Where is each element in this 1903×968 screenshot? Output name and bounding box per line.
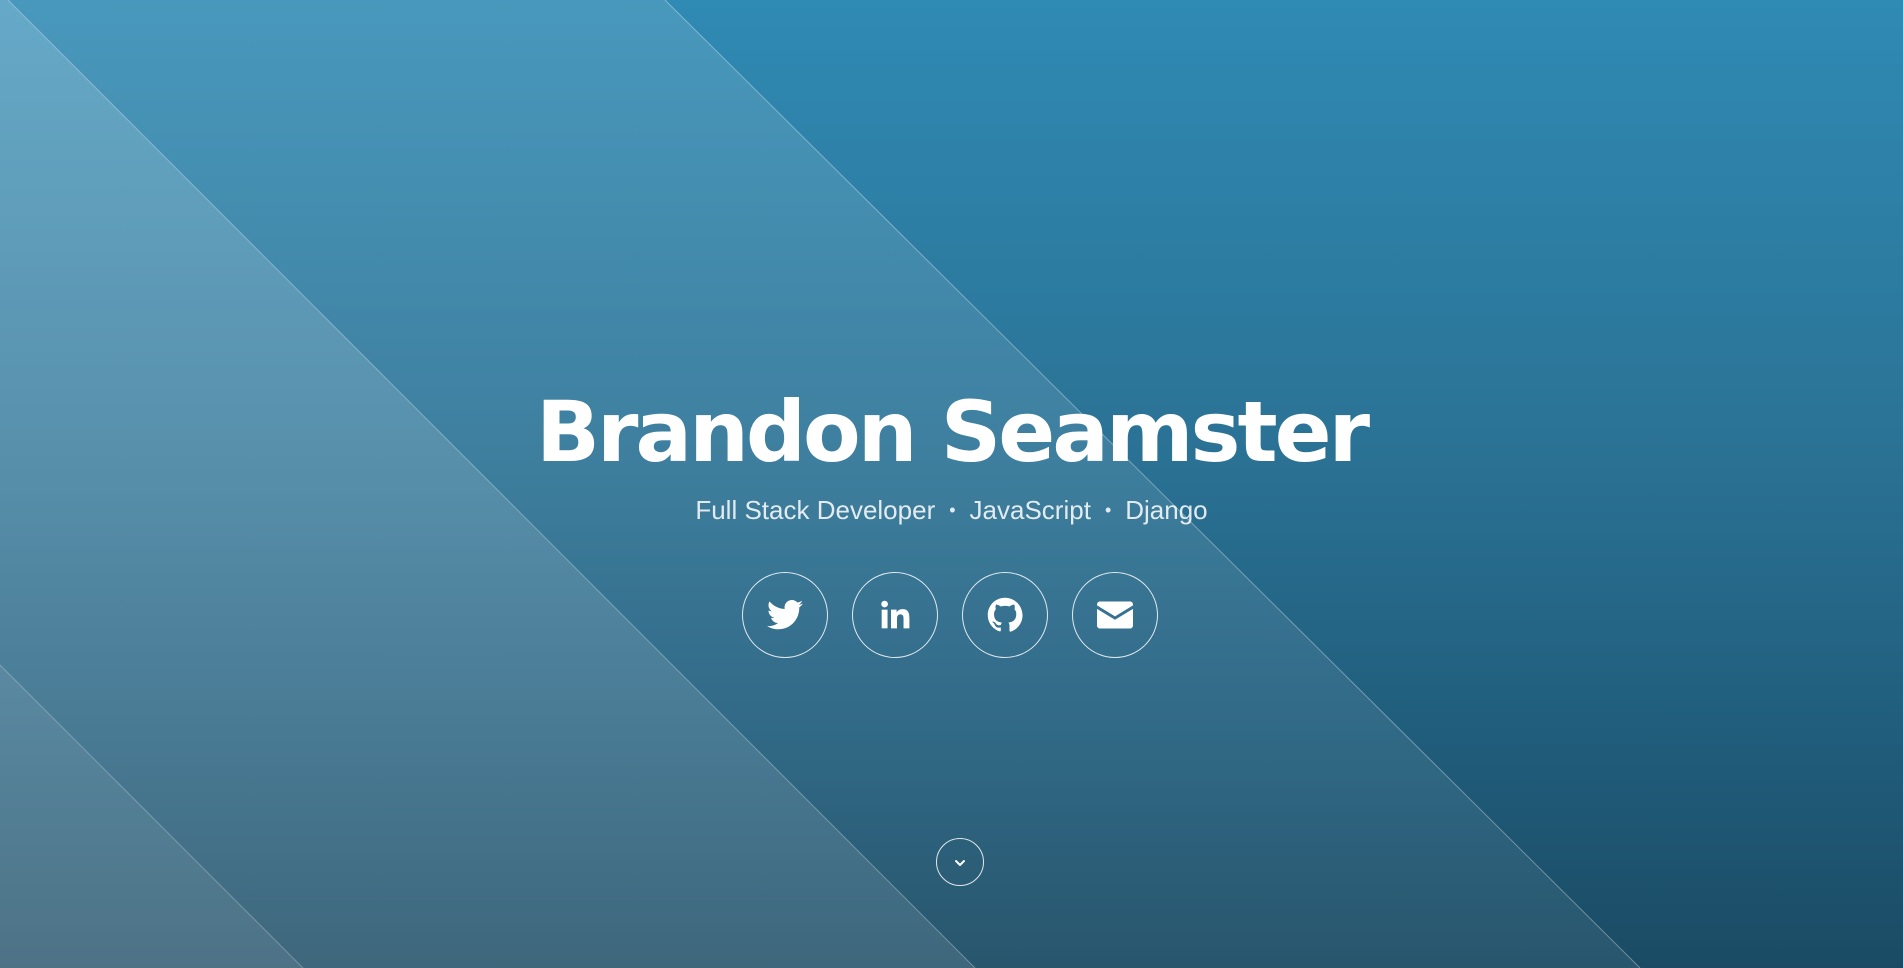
envelope-icon — [1096, 601, 1133, 629]
email-button[interactable] — [1071, 572, 1158, 658]
tagline-separator: • — [949, 500, 956, 520]
tagline-item: Full Stack Developer — [695, 495, 936, 525]
hero-tagline: Full Stack Developer • JavaScript • Django — [0, 493, 1903, 527]
scroll-down-button[interactable] — [936, 838, 984, 886]
tagline-item: JavaScript — [969, 495, 1091, 525]
github-button[interactable] — [961, 572, 1048, 658]
github-icon — [987, 597, 1023, 633]
tagline-separator: • — [1104, 500, 1112, 520]
chevron-down-icon — [953, 853, 967, 872]
tagline-item: Django — [1125, 495, 1208, 525]
social-links — [0, 572, 1903, 658]
hero-section: Brandon Seamster Full Stack Developer • Ja… — [0, 0, 1903, 968]
twitter-button[interactable] — [741, 572, 828, 658]
hero-name: Brandon Seamster — [535, 383, 1370, 481]
linkedin-icon — [879, 599, 911, 631]
twitter-icon — [766, 600, 803, 630]
linkedin-button[interactable] — [851, 572, 938, 658]
